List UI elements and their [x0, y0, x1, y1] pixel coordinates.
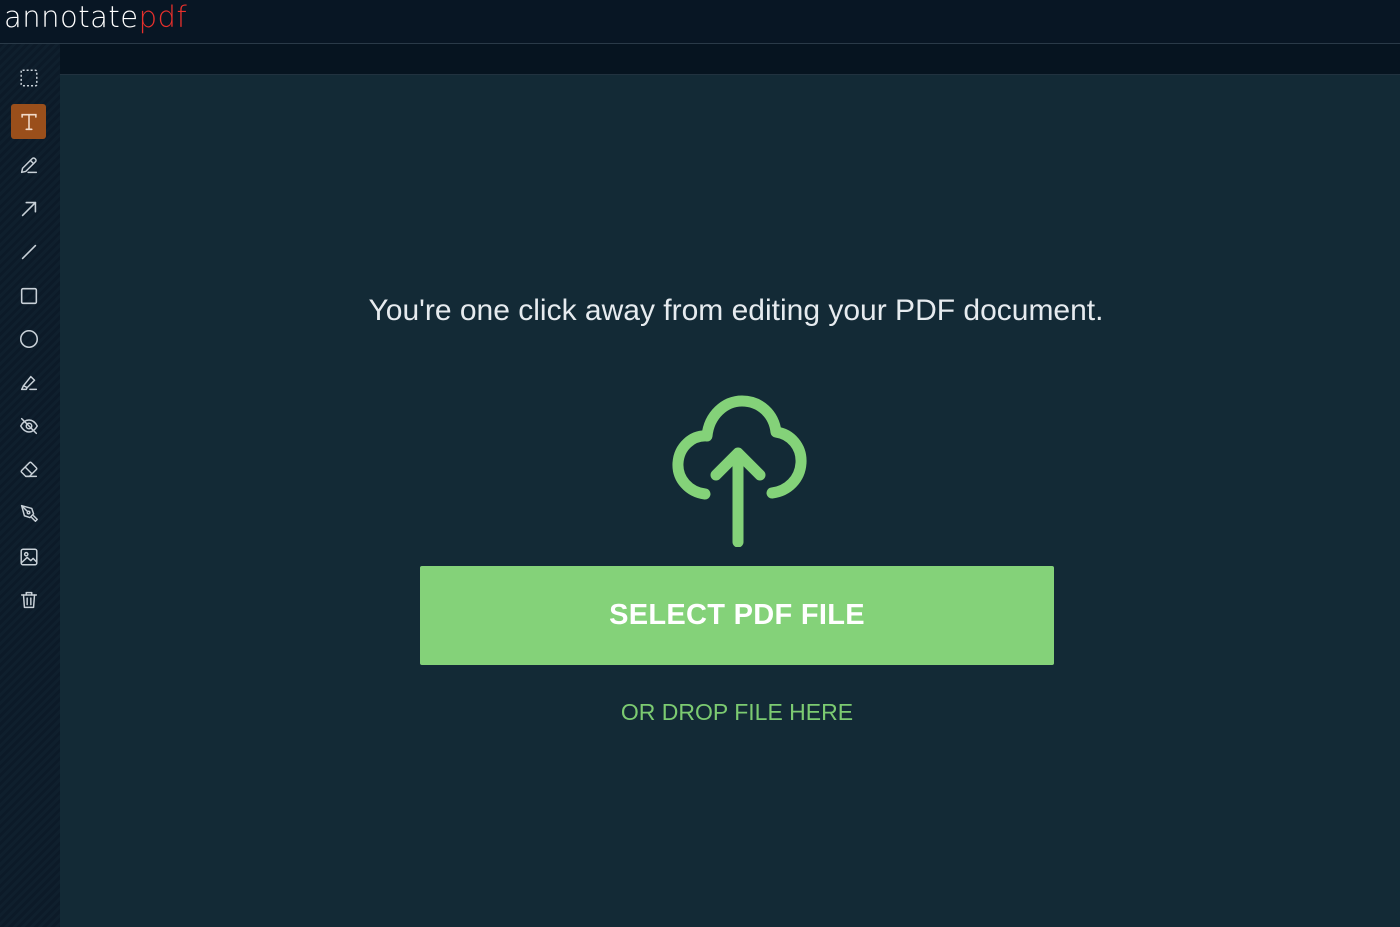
cloud-upload-icon	[672, 395, 807, 547]
select-pdf-file-button[interactable]: SELECT PDF FILE	[420, 566, 1054, 665]
tool-delete[interactable]	[11, 582, 46, 617]
pen-nib-icon	[20, 504, 38, 522]
tool-arrow[interactable]	[11, 191, 46, 226]
select-region-icon	[19, 68, 38, 87]
tool-sidebar	[0, 44, 60, 927]
tool-pencil[interactable]	[11, 147, 46, 182]
top-bar: annotatepdf	[0, 0, 1400, 44]
line-icon	[21, 244, 36, 259]
pencil-icon	[20, 156, 37, 173]
tool-select-region[interactable]	[11, 60, 46, 95]
tool-circle[interactable]	[11, 321, 46, 356]
tool-highlighter[interactable]	[11, 365, 46, 400]
tool-redact[interactable]	[11, 408, 46, 443]
tool-signature[interactable]	[11, 495, 46, 530]
rectangle-icon	[20, 287, 37, 304]
highlighter-icon	[20, 375, 37, 390]
trash-icon	[20, 591, 37, 608]
eraser-icon	[20, 461, 37, 477]
image-icon	[19, 547, 38, 566]
arrow-icon	[21, 201, 36, 216]
drop-file-hint: OR DROP FILE HERE	[620, 699, 854, 725]
upload-area[interactable]: You're one click away from editing your …	[60, 75, 1400, 927]
text-icon	[20, 113, 37, 130]
tool-eraser[interactable]	[11, 452, 46, 487]
tool-line[interactable]	[11, 234, 46, 269]
logo-text-annotate: annotate	[4, 0, 139, 34]
document-toolbar	[60, 44, 1400, 75]
app-logo[interactable]: annotatepdf	[4, 0, 187, 34]
tool-image[interactable]	[11, 539, 46, 574]
logo-text-pdf: pdf	[138, 0, 188, 34]
tool-text[interactable]	[11, 104, 46, 139]
hide-eye-icon	[19, 417, 38, 434]
circle-icon	[19, 329, 38, 348]
upload-headline: You're one click away from editing your …	[368, 294, 1104, 327]
tool-rectangle[interactable]	[11, 278, 46, 313]
